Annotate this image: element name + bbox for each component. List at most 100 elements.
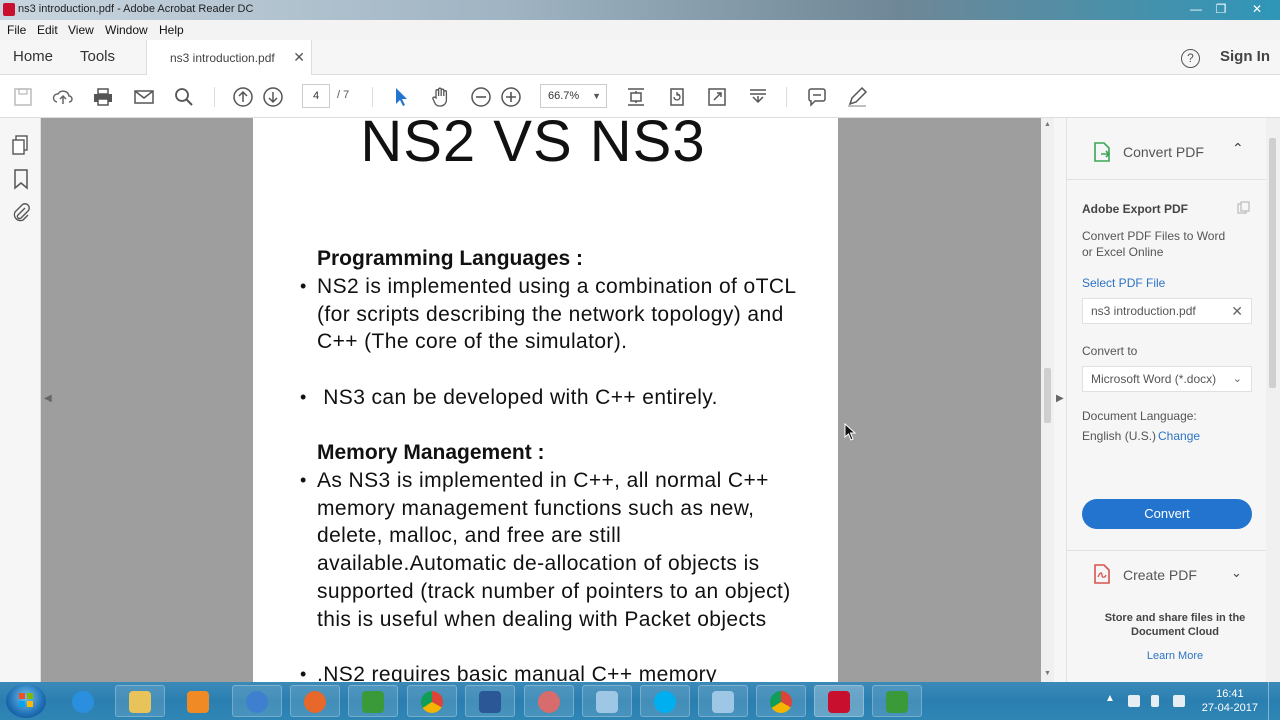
help-icon[interactable]: ? <box>1181 49 1200 68</box>
close-tab-icon[interactable]: ✕ <box>293 49 305 66</box>
convert-to-value: Microsoft Word (*.docx) <box>1091 372 1217 386</box>
upload-cloud-icon[interactable] <box>52 86 74 108</box>
full-screen-icon[interactable] <box>706 86 728 108</box>
taskbar-acrobat-reader[interactable] <box>814 685 864 717</box>
scrollbar-thumb[interactable] <box>1269 138 1276 388</box>
bookmark-icon[interactable] <box>12 168 30 190</box>
convert-pdf-title: Convert PDF <box>1123 144 1204 160</box>
taskbar-camtasia-2[interactable] <box>872 685 922 717</box>
taskbar-notepad[interactable] <box>582 685 632 717</box>
collapse-left-pane-icon[interactable]: ◀ <box>44 393 52 404</box>
comment-icon[interactable] <box>806 86 828 108</box>
menu-help[interactable]: Help <box>159 23 184 37</box>
scrolling-mode-icon[interactable] <box>625 86 647 108</box>
collapse-right-pane-icon[interactable]: ▶ <box>1056 393 1064 404</box>
learn-more-link[interactable]: Learn More <box>1067 650 1280 662</box>
toolbar-divider <box>372 87 373 107</box>
create-pdf-header[interactable]: Create PDF ⌄ <box>1067 551 1267 599</box>
store-share-line2: Document Cloud <box>1131 626 1219 638</box>
attachment-icon[interactable] <box>11 202 31 224</box>
right-pane-scrollbar[interactable] <box>1266 118 1280 682</box>
save-icon[interactable] <box>12 86 34 108</box>
action-center-icon[interactable] <box>1128 695 1140 707</box>
taskbar-firefox[interactable] <box>290 685 340 717</box>
remove-file-icon[interactable]: ✕ <box>1231 299 1243 323</box>
scrollbar-thumb[interactable] <box>1044 368 1051 423</box>
taskbar-camtasia[interactable] <box>348 685 398 717</box>
zoom-level-value: 66.7% <box>548 90 580 102</box>
taskbar-word[interactable] <box>465 685 515 717</box>
email-icon[interactable] <box>133 86 155 108</box>
create-pdf-icon <box>1092 563 1112 585</box>
taskbar-notepad-2[interactable] <box>698 685 748 717</box>
taskbar-chromium[interactable] <box>232 685 282 717</box>
select-pdf-file-link[interactable]: Select PDF File <box>1082 276 1165 290</box>
read-mode-icon[interactable] <box>747 86 769 108</box>
window-title: ns3 introduction.pdf - Adobe Acrobat Rea… <box>18 3 254 15</box>
taskbar-media-player[interactable] <box>173 685 223 717</box>
home-tab[interactable]: Home <box>13 48 53 65</box>
export-description-line2: or Excel Online <box>1082 245 1164 259</box>
camtasia-icon <box>362 691 384 713</box>
menu-view[interactable]: View <box>68 23 94 37</box>
zoom-in-icon[interactable] <box>500 86 522 108</box>
print-icon[interactable] <box>92 86 114 108</box>
tools-tab[interactable]: Tools <box>80 48 115 65</box>
copy-icon[interactable] <box>1237 201 1251 215</box>
page-thumbnails-icon[interactable] <box>11 134 31 156</box>
zoom-out-icon[interactable] <box>470 86 492 108</box>
notepad-icon <box>712 691 734 713</box>
page-total: / 7 <box>337 89 350 101</box>
change-language-link[interactable]: Change <box>1158 429 1200 443</box>
chevron-up-icon[interactable]: ⌃ <box>1232 140 1244 157</box>
maximize-button[interactable]: ❐ <box>1210 2 1232 18</box>
show-hidden-icons-icon[interactable]: ▲ <box>1105 693 1115 704</box>
toolbar: 4 / 7 66.7% ▼ <box>0 75 1280 118</box>
rotate-page-icon[interactable] <box>666 86 688 108</box>
volume-icon[interactable] <box>1173 695 1185 707</box>
scroll-up-arrow-icon[interactable]: ▲ <box>1044 121 1051 128</box>
hand-tool-icon[interactable] <box>430 86 452 108</box>
scroll-down-arrow-icon[interactable]: ▼ <box>1044 670 1051 677</box>
taskbar-chrome[interactable] <box>407 685 457 717</box>
taskbar-file-explorer[interactable] <box>115 685 165 717</box>
sign-in-link[interactable]: Sign In <box>1220 48 1270 65</box>
power-icon[interactable] <box>1151 695 1159 707</box>
menu-file[interactable]: File <box>7 23 26 37</box>
convert-button[interactable]: Convert <box>1082 499 1252 529</box>
clock-date: 27-04-2017 <box>1201 702 1258 714</box>
taskbar-skype[interactable] <box>640 685 690 717</box>
previous-page-icon[interactable] <box>232 86 254 108</box>
document-tab[interactable]: ns3 introduction.pdf ✕ <box>146 40 312 75</box>
convert-pdf-header[interactable]: Convert PDF ⌃ <box>1067 118 1267 180</box>
left-navigation-pane <box>0 118 41 682</box>
firefox-icon <box>304 691 326 713</box>
page-number-input[interactable]: 4 <box>302 84 330 108</box>
title-bar: ns3 introduction.pdf - Adobe Acrobat Rea… <box>0 0 1280 20</box>
document-vertical-scrollbar[interactable]: ▲ ▼ <box>1041 118 1054 682</box>
convert-to-select[interactable]: Microsoft Word (*.docx) ⌄ <box>1082 366 1252 392</box>
taskbar-snipping-tool[interactable] <box>524 685 574 717</box>
toolbar-divider <box>214 87 215 107</box>
next-page-icon[interactable] <box>262 86 284 108</box>
close-window-button[interactable]: ✕ <box>1246 2 1268 18</box>
taskbar-chrome-2[interactable] <box>756 685 806 717</box>
slide-heading: NS2 VS NS3 <box>360 118 706 174</box>
zoom-level-select[interactable]: 66.7% ▼ <box>540 84 607 108</box>
section-title-programming-languages: Programming Languages : <box>317 247 584 270</box>
show-desktop-button[interactable] <box>1268 682 1280 720</box>
chevron-down-icon[interactable]: ⌄ <box>1231 565 1242 581</box>
chrome-icon <box>770 691 792 713</box>
search-icon[interactable] <box>173 86 195 108</box>
media-player-icon <box>187 691 209 713</box>
create-pdf-title: Create PDF <box>1123 567 1197 583</box>
minimize-button[interactable]: — <box>1185 2 1207 18</box>
taskbar-internet-explorer[interactable] <box>58 685 108 717</box>
select-cursor-icon[interactable] <box>390 86 412 108</box>
menu-window[interactable]: Window <box>105 23 148 37</box>
start-button[interactable] <box>6 684 46 718</box>
sign-pen-icon[interactable] <box>846 86 868 108</box>
menu-edit[interactable]: Edit <box>37 23 58 37</box>
system-clock[interactable]: 16:41 27-04-2017 <box>1202 687 1258 715</box>
document-viewport[interactable]: ◀ NS2 VS NS3 Programming Languages : • N… <box>41 118 1041 682</box>
